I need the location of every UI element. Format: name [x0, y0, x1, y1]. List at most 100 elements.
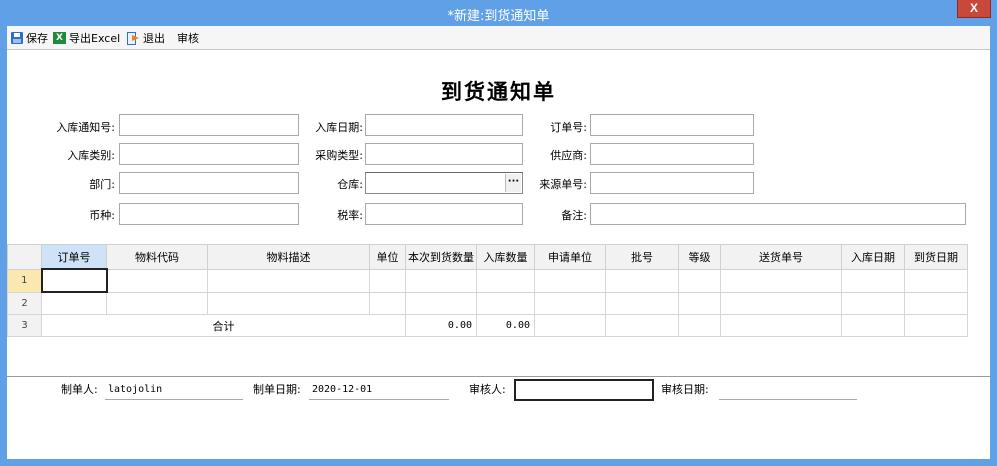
grid-cell[interactable] [605, 268, 679, 293]
warehouse-field[interactable]: ··· [365, 172, 523, 194]
row-number[interactable]: 3 [7, 314, 42, 337]
total-row: 3 合计 0.00 0.00 [7, 314, 968, 337]
inbound-date-field[interactable] [365, 114, 523, 136]
warehouse-label: 仓库: [337, 178, 363, 191]
grid-cell[interactable] [678, 291, 721, 315]
department-field[interactable] [119, 172, 299, 194]
grid-corner [7, 244, 42, 270]
inbound-type-field[interactable] [119, 143, 299, 165]
footer-divider [7, 376, 990, 377]
grid-cell[interactable] [605, 291, 679, 315]
column-header[interactable]: 入库日期 [841, 244, 905, 270]
row-number[interactable]: 1 [7, 268, 42, 293]
save-label: 保存 [26, 32, 48, 45]
source-no-label: 来源单号: [539, 178, 587, 191]
order-no-label: 订单号: [550, 121, 587, 134]
exit-icon [127, 32, 140, 45]
audit-button[interactable]: 审核 [177, 30, 199, 46]
purchase-type-field[interactable] [365, 143, 523, 165]
tax-rate-label: 税率: [337, 209, 363, 222]
grid-cell[interactable] [369, 291, 406, 315]
export-excel-label: 导出Excel [69, 32, 121, 45]
column-header[interactable]: 本次到货数量 [405, 244, 477, 270]
column-header[interactable]: 到货日期 [904, 244, 968, 270]
grid-cell[interactable] [207, 268, 370, 293]
row-number[interactable]: 2 [7, 291, 42, 315]
grid-cell[interactable] [106, 291, 208, 315]
grid-header-row: 订单号 物料代码 物料描述 单位 本次到货数量 入库数量 申请单位 批号 等级 … [7, 244, 968, 270]
column-header[interactable]: 送货单号 [720, 244, 842, 270]
supplier-field[interactable] [590, 143, 754, 165]
creator-value: latojolin [105, 383, 243, 400]
grid-cell[interactable] [476, 291, 535, 315]
grid-cell[interactable] [405, 268, 477, 293]
purchase-type-label: 采购类型: [315, 149, 363, 162]
grid-cell [605, 314, 679, 337]
remark-field[interactable] [590, 203, 966, 225]
column-header[interactable]: 批号 [605, 244, 679, 270]
grid-cell[interactable] [534, 268, 606, 293]
grid-cell [678, 314, 721, 337]
close-button[interactable]: X [957, 0, 991, 18]
grid-cell[interactable] [476, 268, 535, 293]
column-header[interactable]: 订单号 [41, 244, 107, 270]
title-bar: *新建:到货通知单 X [0, 0, 997, 26]
grid-cell[interactable] [841, 291, 905, 315]
grid-cell[interactable] [534, 291, 606, 315]
grid-cell[interactable] [678, 268, 721, 293]
save-icon [11, 32, 23, 44]
audit-label: 审核 [177, 32, 199, 45]
column-header[interactable]: 单位 [369, 244, 406, 270]
column-header[interactable]: 入库数量 [476, 244, 535, 270]
window-title: *新建:到货通知单 [447, 9, 550, 24]
grid-cell[interactable] [904, 291, 968, 315]
table-row: 1 [7, 268, 968, 293]
grid-cell[interactable] [904, 268, 968, 293]
grid-cell [720, 314, 842, 337]
table-row: 2 [7, 291, 968, 315]
grid-cell[interactable] [405, 291, 477, 315]
column-header[interactable]: 等级 [678, 244, 721, 270]
grid-cell [534, 314, 606, 337]
tax-rate-field[interactable] [365, 203, 523, 225]
department-label: 部门: [89, 178, 115, 191]
export-excel-button[interactable]: X 导出Excel [53, 30, 120, 46]
grid-cell [841, 314, 905, 337]
audit-date-value[interactable] [719, 383, 857, 400]
grid-cell[interactable] [369, 268, 406, 293]
grid-cell[interactable] [207, 291, 370, 315]
exit-button[interactable]: 退出 [127, 30, 165, 46]
window: *新建:到货通知单 X 保存 X 导出Excel 退出 审核 到货通知单 入库通… [0, 0, 997, 466]
creator-label: 制单人: [61, 383, 98, 396]
supplier-label: 供应商: [550, 149, 587, 162]
grid-cell[interactable] [41, 291, 107, 315]
create-date-label: 制单日期: [253, 383, 301, 396]
warehouse-lookup-button[interactable]: ··· [505, 174, 521, 192]
grid-cell[interactable] [720, 291, 842, 315]
currency-field[interactable] [119, 203, 299, 225]
audit-date-label: 审核日期: [661, 383, 709, 396]
remark-label: 备注: [561, 209, 587, 222]
client-area: 保存 X 导出Excel 退出 审核 到货通知单 入库通知号: 入库日期: 订单… [7, 26, 990, 459]
grid-cell[interactable] [841, 268, 905, 293]
inbound-type-label: 入库类别: [67, 149, 115, 162]
order-no-field[interactable] [590, 114, 754, 136]
total-label: 合计 [41, 314, 406, 337]
auditor-label: 审核人: [469, 383, 506, 396]
column-header[interactable]: 申请单位 [534, 244, 606, 270]
grid-cell[interactable] [720, 268, 842, 293]
source-no-field[interactable] [590, 172, 754, 194]
detail-grid: 订单号 物料代码 物料描述 单位 本次到货数量 入库数量 申请单位 批号 等级 … [7, 244, 968, 337]
create-date-value: 2020-12-01 [309, 383, 449, 400]
save-button[interactable]: 保存 [11, 30, 48, 46]
column-header[interactable]: 物料描述 [207, 244, 370, 270]
column-header[interactable]: 物料代码 [106, 244, 208, 270]
total-arrival-qty: 0.00 [405, 314, 477, 337]
document-title: 到货通知单 [441, 79, 556, 104]
grid-cell-active[interactable] [40, 268, 108, 293]
excel-icon: X [53, 32, 66, 44]
inbound-notice-no-field[interactable] [119, 114, 299, 136]
inbound-notice-no-label: 入库通知号: [56, 121, 115, 134]
grid-cell[interactable] [106, 268, 208, 293]
auditor-field[interactable] [514, 379, 654, 401]
